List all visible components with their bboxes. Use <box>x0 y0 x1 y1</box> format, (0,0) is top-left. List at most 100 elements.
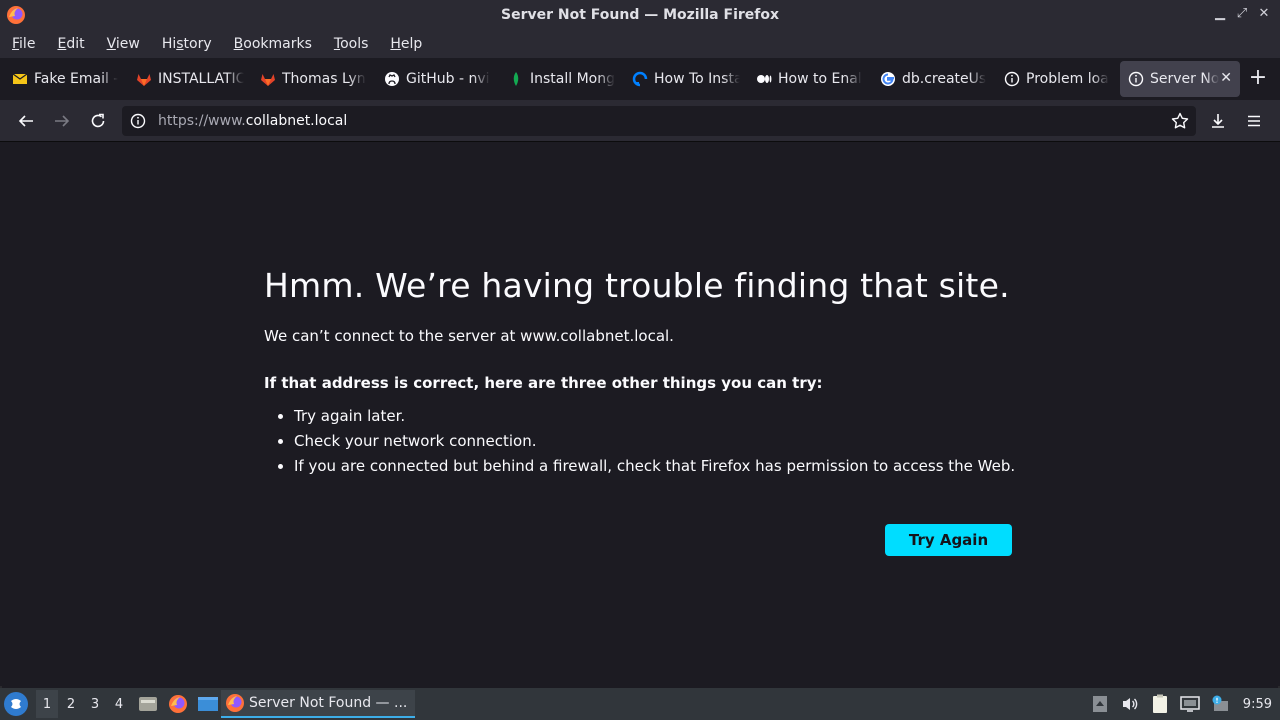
medium-icon <box>756 71 772 87</box>
tab-label: How To Insta <box>654 71 740 87</box>
browser-tab[interactable]: Problem loa <box>996 61 1120 97</box>
speaker-icon <box>1122 698 1138 710</box>
browser-tab[interactable]: How To Insta <box>624 61 748 97</box>
firefox-icon <box>7 6 25 24</box>
clipboard-icon <box>1152 694 1167 713</box>
clock[interactable]: 9:59 <box>1243 697 1272 712</box>
tab-strip: Fake Email - INSTALLATIC Thomas Lyn GitHub … <box>0 58 1280 100</box>
tab-label: INSTALLATIC <box>158 71 244 87</box>
volume-tray[interactable] <box>1119 693 1141 715</box>
gitlab-icon <box>260 71 276 87</box>
menu-item[interactable]: Help <box>390 36 422 52</box>
tray-up-arrow-icon <box>1092 696 1107 712</box>
error-description: We can’t connect to the server at www.co… <box>264 327 674 345</box>
system-tray: 9:59 <box>1089 688 1280 720</box>
menu-bar: File Edit View History Bookmarks Tools Help <box>0 30 1280 58</box>
file-manager-launcher[interactable] <box>136 692 160 716</box>
menu-item[interactable]: Bookmarks <box>234 36 312 52</box>
workspace-1[interactable]: 1 <box>36 690 58 718</box>
tab-label: Problem loa <box>1026 71 1109 87</box>
forward-button[interactable] <box>46 105 78 137</box>
taskbar-window-button[interactable]: Server Not Found — ... <box>221 690 415 718</box>
info-icon <box>1128 71 1144 87</box>
suggestion-item: Try again later. <box>294 404 1024 429</box>
downloads-button[interactable] <box>1202 105 1234 137</box>
updates-tray[interactable] <box>1209 693 1231 715</box>
tab-label: Fake Email - <box>34 71 119 87</box>
reload-icon <box>91 113 105 128</box>
network-tray[interactable] <box>1179 693 1201 715</box>
suggestion-item: Check your network connection. <box>294 429 1024 454</box>
info-icon[interactable] <box>130 113 146 129</box>
browser-tab[interactable]: Install Mong <box>500 61 624 97</box>
browser-tab[interactable]: db.createUs <box>872 61 996 97</box>
browser-tab[interactable]: GitHub - nvi <box>376 61 500 97</box>
tab-label: Thomas Lyn <box>282 71 366 87</box>
window-controls: ▁ ⤢ ✕ <box>1212 5 1272 23</box>
notes-tray[interactable] <box>1149 693 1171 715</box>
taskbar-window-label: Server Not Found — ... <box>249 695 408 711</box>
url-bar[interactable]: https://www.collabnet.local <box>122 106 1196 136</box>
url-text[interactable]: https://www.collabnet.local <box>158 113 347 129</box>
gitlab-icon <box>136 71 152 87</box>
github-icon <box>384 71 400 87</box>
back-button[interactable] <box>10 105 42 137</box>
menu-item[interactable]: Tools <box>334 36 369 52</box>
download-icon <box>1212 114 1224 128</box>
menu-item[interactable]: View <box>107 36 140 52</box>
browser-tab[interactable]: INSTALLATIC <box>128 61 252 97</box>
network-icon <box>1180 696 1200 712</box>
arrow-right-icon <box>55 115 70 127</box>
tab-label: How to Enal <box>778 71 862 87</box>
menu-item[interactable]: File <box>12 36 35 52</box>
mail-icon <box>12 71 28 87</box>
close-tab-icon[interactable]: ✕ <box>1220 70 1232 86</box>
google-icon <box>880 71 896 87</box>
title-bar: Server Not Found — Mozilla Firefox ▁ ⤢ ✕ <box>0 0 1280 30</box>
error-container: Hmm. We’re having trouble finding that s… <box>264 266 1024 479</box>
show-desktop-icon <box>198 697 218 711</box>
browser-tab[interactable]: Thomas Lyn <box>252 61 376 97</box>
window-title: Server Not Found — Mozilla Firefox <box>500 7 780 23</box>
start-menu-button[interactable] <box>4 692 28 716</box>
tab-label: db.createUs <box>902 71 987 87</box>
close-window-button[interactable]: ✕ <box>1256 5 1272 23</box>
menu-item[interactable]: Edit <box>57 36 84 52</box>
firefox-icon <box>226 694 244 712</box>
tab-active[interactable]: Server No ✕ <box>1120 61 1240 97</box>
tab-label: Install Mong <box>530 71 615 87</box>
workspace-3[interactable]: 3 <box>84 690 106 718</box>
desktop-launcher[interactable] <box>196 692 220 716</box>
firefox-icon <box>169 695 187 713</box>
workspace-4[interactable]: 4 <box>108 690 130 718</box>
menu-item[interactable]: History <box>162 36 212 52</box>
tab-label: GitHub - nvi <box>406 71 490 87</box>
url-prefix: https://www. <box>158 113 246 129</box>
error-title: Hmm. We’re having trouble finding that s… <box>264 266 1010 305</box>
workspace-2[interactable]: 2 <box>60 690 82 718</box>
mongodb-icon <box>508 71 524 87</box>
new-tab-button[interactable]: + <box>1246 66 1270 90</box>
tab-label: Server No <box>1150 71 1220 87</box>
try-again-button[interactable]: Try Again <box>885 524 1012 556</box>
file-manager-icon <box>139 697 157 711</box>
arrow-left-icon <box>18 115 33 127</box>
browser-tab[interactable]: How to Enal <box>748 61 872 97</box>
url-domain: collabnet.local <box>245 113 348 129</box>
browser-tab[interactable]: Fake Email - <box>4 61 128 97</box>
digitalocean-icon <box>632 71 648 87</box>
suggestion-item: If you are connected but behind a firewa… <box>294 454 1024 479</box>
reload-button[interactable] <box>82 105 114 137</box>
app-menu-button[interactable] <box>1238 105 1270 137</box>
minimize-button[interactable]: ▁ <box>1212 5 1228 23</box>
firefox-launcher[interactable] <box>166 692 190 716</box>
bookmark-star-icon[interactable] <box>1170 111 1190 131</box>
navigation-bar: https://www.collabnet.local <box>0 100 1280 142</box>
maximize-button[interactable]: ⤢ <box>1234 5 1250 23</box>
suggestions-title: If that address is correct, here are thr… <box>264 374 823 392</box>
taskbar: 1 2 3 4 Server Not Found — ... 9:59 <box>0 688 1280 720</box>
hamburger-menu-icon <box>1248 115 1260 127</box>
info-icon <box>1004 71 1020 87</box>
clipboard-tray[interactable] <box>1089 693 1111 715</box>
page-content: Hmm. We’re having trouble finding that s… <box>0 142 1280 686</box>
